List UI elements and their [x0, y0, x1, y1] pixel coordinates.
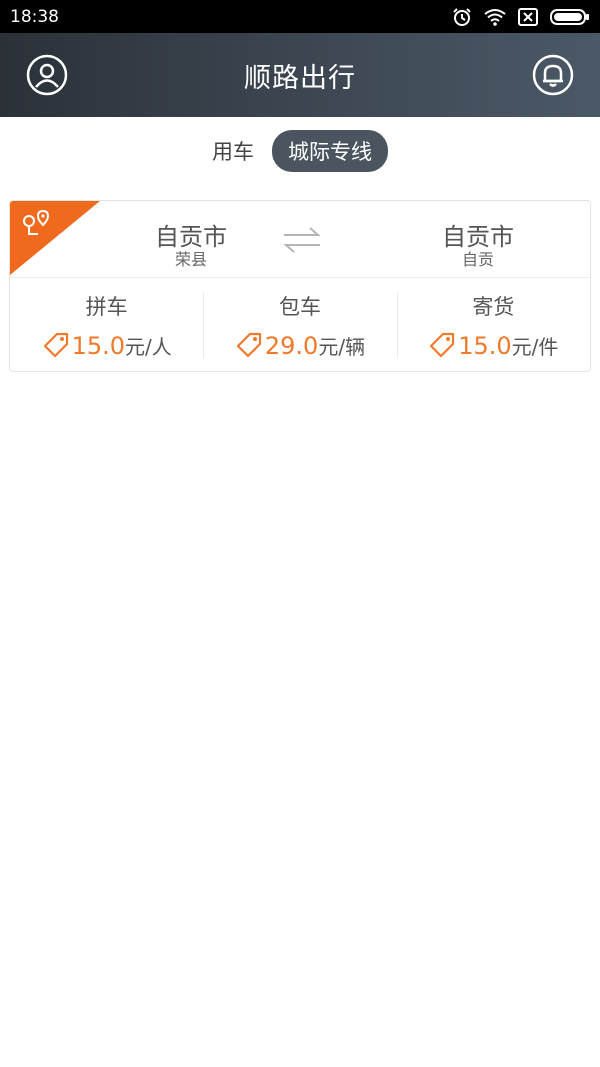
- profile-button[interactable]: [26, 54, 68, 96]
- price-value: 15.0: [71, 331, 125, 360]
- status-bar: 18:38: [0, 0, 600, 33]
- user-circle-icon: [26, 54, 68, 96]
- status-icons: [452, 7, 590, 27]
- tab-ride[interactable]: 用车: [212, 130, 254, 172]
- intercity-route-card[interactable]: 自贡市 荣县 自贡市 自贡 拼车 15.0 元/人 包车 29.0 元/辆 寄货…: [9, 200, 591, 372]
- app-header: 顺路出行: [0, 33, 600, 117]
- service-price: 29.0 元/辆: [235, 331, 365, 360]
- service-price: 15.0 元/人: [42, 331, 172, 360]
- price-tag-icon: [430, 332, 455, 358]
- tab-bar: 用车 城际专线: [0, 117, 600, 185]
- battery-icon: [550, 8, 589, 25]
- page-title: 顺路出行: [244, 62, 356, 94]
- destination-city: 自贡市: [442, 223, 514, 251]
- destination[interactable]: 自贡市 自贡: [398, 223, 558, 269]
- price-unit: 元/人: [125, 334, 172, 359]
- service-carpool[interactable]: 拼车 15.0 元/人: [10, 278, 203, 371]
- origin-city: 自贡市: [155, 223, 227, 251]
- wifi-icon: [484, 8, 506, 26]
- service-label: 拼车: [85, 294, 128, 319]
- service-options: 拼车 15.0 元/人 包车 29.0 元/辆 寄货 15.0 元/件: [10, 278, 590, 371]
- price-value: 29.0: [264, 331, 319, 360]
- route-row: 自贡市 荣县 自贡市 自贡: [10, 201, 590, 278]
- price-unit: 元/件: [511, 334, 559, 359]
- service-price: 15.0 元/件: [428, 331, 558, 360]
- destination-district: 自贡: [461, 250, 494, 269]
- service-label: 寄货: [472, 294, 515, 319]
- tab-intercity[interactable]: 城际专线: [272, 130, 388, 172]
- price-unit: 元/辆: [318, 334, 366, 359]
- no-sim-icon: [518, 7, 538, 26]
- price-tag-icon: [43, 332, 68, 358]
- swap-arrows-icon[interactable]: [280, 225, 324, 255]
- bell-icon: [532, 54, 574, 96]
- price-tag-icon: [236, 332, 261, 358]
- notifications-button[interactable]: [532, 54, 574, 96]
- service-delivery[interactable]: 寄货 15.0 元/件: [396, 278, 590, 371]
- alarm-icon: [453, 7, 471, 26]
- origin-district: 荣县: [174, 250, 207, 269]
- service-label: 包车: [278, 294, 321, 319]
- price-value: 15.0: [458, 331, 512, 360]
- service-charter[interactable]: 包车 29.0 元/辆: [203, 278, 396, 371]
- origin[interactable]: 自贡市 荣县: [111, 223, 271, 269]
- status-time: 18:38: [10, 6, 59, 27]
